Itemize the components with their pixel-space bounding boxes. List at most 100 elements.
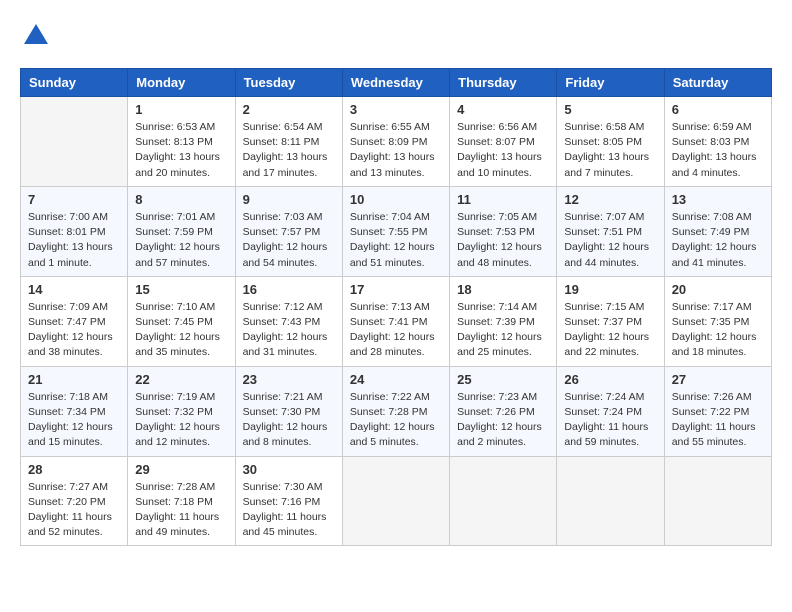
calendar-cell: 21 Sunrise: 7:18 AMSunset: 7:34 PMDayligh… [21, 366, 128, 456]
logo-icon [20, 20, 52, 52]
header-day: Monday [128, 69, 235, 97]
day-number: 19 [564, 282, 656, 297]
day-info: Sunrise: 7:21 AMSunset: 7:30 PMDaylight:… [243, 390, 335, 451]
day-info: Sunrise: 7:22 AMSunset: 7:28 PMDaylight:… [350, 390, 442, 451]
calendar-cell [557, 456, 664, 546]
calendar-week-row: 14Sunrise: 7:09 AMSunset: 7:47 PMDayligh… [21, 276, 772, 366]
day-info: Sunrise: 6:54 AMSunset: 8:11 PMDaylight:… [243, 120, 335, 181]
calendar-week-row: 1 Sunrise: 6:53 AMSunset: 8:13 PMDaylight… [21, 97, 772, 187]
calendar-cell: 12 Sunrise: 7:07 AMSunset: 7:51 PMDayligh… [557, 186, 664, 276]
day-info: Sunrise: 7:01 AMSunset: 7:59 PMDaylight:… [135, 210, 227, 271]
calendar-cell: 2 Sunrise: 6:54 AMSunset: 8:11 PMDaylight… [235, 97, 342, 187]
day-number: 8 [135, 192, 227, 207]
day-info: Sunrise: 6:56 AMSunset: 8:07 PMDaylight:… [457, 120, 549, 181]
day-number: 23 [243, 372, 335, 387]
calendar-table: SundayMondayTuesdayWednesdayThursdayFrid… [20, 68, 772, 546]
day-number: 22 [135, 372, 227, 387]
day-number: 4 [457, 102, 549, 117]
calendar-week-row: 21 Sunrise: 7:18 AMSunset: 7:34 PMDayligh… [21, 366, 772, 456]
header-day: Tuesday [235, 69, 342, 97]
calendar-cell: 11Sunrise: 7:05 AMSunset: 7:53 PMDayligh… [450, 186, 557, 276]
calendar-cell: 10Sunrise: 7:04 AMSunset: 7:55 PMDayligh… [342, 186, 449, 276]
calendar-cell: 13Sunrise: 7:08 AMSunset: 7:49 PMDayligh… [664, 186, 771, 276]
day-number: 11 [457, 192, 549, 207]
day-info: Sunrise: 7:28 AMSunset: 7:18 PMDaylight:… [135, 480, 227, 541]
day-info: Sunrise: 7:00 AMSunset: 8:01 PMDaylight:… [28, 210, 120, 271]
day-number: 25 [457, 372, 549, 387]
day-number: 7 [28, 192, 120, 207]
day-number: 12 [564, 192, 656, 207]
calendar-cell: 24 Sunrise: 7:22 AMSunset: 7:28 PMDayligh… [342, 366, 449, 456]
day-info: Sunrise: 7:10 AMSunset: 7:45 PMDaylight:… [135, 300, 227, 361]
day-info: Sunrise: 6:53 AMSunset: 8:13 PMDaylight:… [135, 120, 227, 181]
calendar-cell: 5 Sunrise: 6:58 AMSunset: 8:05 PMDaylight… [557, 97, 664, 187]
header-day: Friday [557, 69, 664, 97]
day-number: 1 [135, 102, 227, 117]
day-number: 15 [135, 282, 227, 297]
day-info: Sunrise: 7:30 AMSunset: 7:16 PMDaylight:… [243, 480, 335, 541]
calendar-cell: 6 Sunrise: 6:59 AMSunset: 8:03 PMDaylight… [664, 97, 771, 187]
day-info: Sunrise: 7:19 AMSunset: 7:32 PMDaylight:… [135, 390, 227, 451]
day-info: Sunrise: 7:07 AMSunset: 7:51 PMDaylight:… [564, 210, 656, 271]
day-info: Sunrise: 7:14 AMSunset: 7:39 PMDaylight:… [457, 300, 549, 361]
header-day: Saturday [664, 69, 771, 97]
day-number: 21 [28, 372, 120, 387]
calendar-cell: 25 Sunrise: 7:23 AMSunset: 7:26 PMDayligh… [450, 366, 557, 456]
header-day: Thursday [450, 69, 557, 97]
day-info: Sunrise: 7:15 AMSunset: 7:37 PMDaylight:… [564, 300, 656, 361]
page-header [20, 20, 772, 52]
header-day: Wednesday [342, 69, 449, 97]
day-info: Sunrise: 7:18 AMSunset: 7:34 PMDaylight:… [28, 390, 120, 451]
day-info: Sunrise: 7:27 AMSunset: 7:20 PMDaylight:… [28, 480, 120, 541]
day-info: Sunrise: 7:03 AMSunset: 7:57 PMDaylight:… [243, 210, 335, 271]
calendar-cell: 16 Sunrise: 7:12 AMSunset: 7:43 PMDayligh… [235, 276, 342, 366]
calendar-cell [664, 456, 771, 546]
calendar-cell: 17 Sunrise: 7:13 AMSunset: 7:41 PMDayligh… [342, 276, 449, 366]
calendar-cell: 27Sunrise: 7:26 AMSunset: 7:22 PMDayligh… [664, 366, 771, 456]
header-day: Sunday [21, 69, 128, 97]
calendar-cell: 3 Sunrise: 6:55 AMSunset: 8:09 PMDaylight… [342, 97, 449, 187]
calendar-cell: 1 Sunrise: 6:53 AMSunset: 8:13 PMDaylight… [128, 97, 235, 187]
calendar-cell: 18 Sunrise: 7:14 AMSunset: 7:39 PMDayligh… [450, 276, 557, 366]
calendar-cell: 8 Sunrise: 7:01 AMSunset: 7:59 PMDaylight… [128, 186, 235, 276]
calendar-cell [342, 456, 449, 546]
day-number: 2 [243, 102, 335, 117]
day-info: Sunrise: 7:24 AMSunset: 7:24 PMDaylight:… [564, 390, 656, 451]
day-info: Sunrise: 7:13 AMSunset: 7:41 PMDaylight:… [350, 300, 442, 361]
calendar-cell: 9 Sunrise: 7:03 AMSunset: 7:57 PMDaylight… [235, 186, 342, 276]
calendar-header: SundayMondayTuesdayWednesdayThursdayFrid… [21, 69, 772, 97]
day-info: Sunrise: 7:04 AMSunset: 7:55 PMDaylight:… [350, 210, 442, 271]
day-number: 9 [243, 192, 335, 207]
calendar-cell: 14Sunrise: 7:09 AMSunset: 7:47 PMDayligh… [21, 276, 128, 366]
day-info: Sunrise: 7:12 AMSunset: 7:43 PMDaylight:… [243, 300, 335, 361]
day-number: 14 [28, 282, 120, 297]
day-number: 13 [672, 192, 764, 207]
day-info: Sunrise: 6:58 AMSunset: 8:05 PMDaylight:… [564, 120, 656, 181]
calendar-cell: 30 Sunrise: 7:30 AMSunset: 7:16 PMDayligh… [235, 456, 342, 546]
day-number: 5 [564, 102, 656, 117]
day-number: 24 [350, 372, 442, 387]
calendar-week-row: 28 Sunrise: 7:27 AMSunset: 7:20 PMDayligh… [21, 456, 772, 546]
calendar-cell: 19 Sunrise: 7:15 AMSunset: 7:37 PMDayligh… [557, 276, 664, 366]
calendar-cell: 22 Sunrise: 7:19 AMSunset: 7:32 PMDayligh… [128, 366, 235, 456]
day-number: 3 [350, 102, 442, 117]
logo [20, 20, 58, 52]
day-info: Sunrise: 6:55 AMSunset: 8:09 PMDaylight:… [350, 120, 442, 181]
day-number: 16 [243, 282, 335, 297]
day-number: 6 [672, 102, 764, 117]
day-info: Sunrise: 7:26 AMSunset: 7:22 PMDaylight:… [672, 390, 764, 451]
calendar-cell: 23 Sunrise: 7:21 AMSunset: 7:30 PMDayligh… [235, 366, 342, 456]
header-row: SundayMondayTuesdayWednesdayThursdayFrid… [21, 69, 772, 97]
day-number: 18 [457, 282, 549, 297]
day-number: 30 [243, 462, 335, 477]
calendar-cell: 15 Sunrise: 7:10 AMSunset: 7:45 PMDayligh… [128, 276, 235, 366]
calendar-cell [450, 456, 557, 546]
day-info: Sunrise: 7:23 AMSunset: 7:26 PMDaylight:… [457, 390, 549, 451]
day-number: 17 [350, 282, 442, 297]
day-info: Sunrise: 7:17 AMSunset: 7:35 PMDaylight:… [672, 300, 764, 361]
day-info: Sunrise: 6:59 AMSunset: 8:03 PMDaylight:… [672, 120, 764, 181]
day-number: 29 [135, 462, 227, 477]
calendar-cell: 20Sunrise: 7:17 AMSunset: 7:35 PMDayligh… [664, 276, 771, 366]
day-number: 28 [28, 462, 120, 477]
calendar-body: 1 Sunrise: 6:53 AMSunset: 8:13 PMDaylight… [21, 97, 772, 546]
